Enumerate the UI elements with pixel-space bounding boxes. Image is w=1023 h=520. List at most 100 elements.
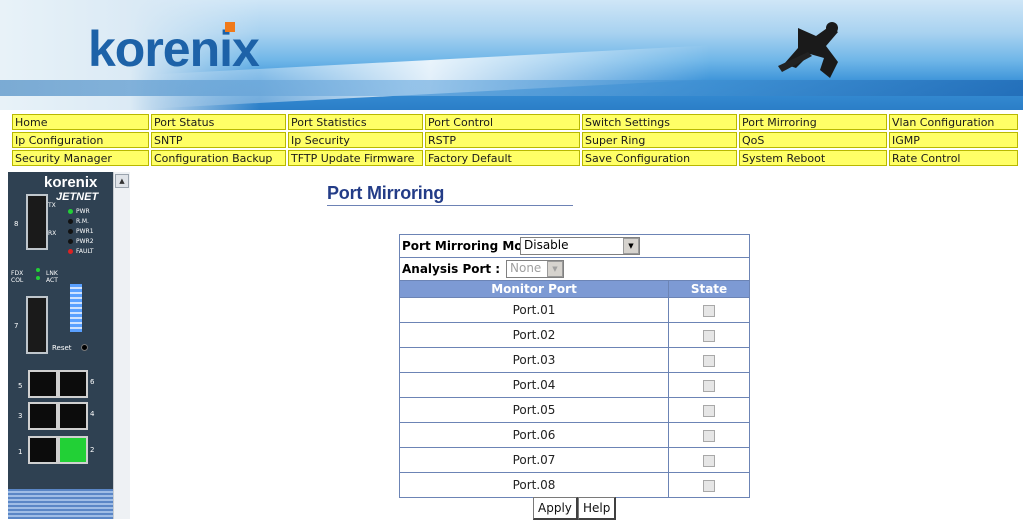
port-number-6: 6 xyxy=(90,378,95,386)
menu-row: Home Port Status Port Statistics Port Co… xyxy=(12,114,1018,130)
menu-port-status[interactable]: Port Status xyxy=(151,114,286,130)
menu-tftp-update-firmware[interactable]: TFTP Update Firmware xyxy=(288,150,423,166)
led-label-pwr2: PWR2 xyxy=(76,238,94,245)
port-number-4: 4 xyxy=(90,410,95,418)
menu-system-reboot[interactable]: System Reboot xyxy=(739,150,887,166)
menu-row: Ip Configuration SNTP Ip Security RSTP S… xyxy=(12,132,1018,148)
table-row: Port.04 xyxy=(400,372,749,398)
sfp-port-7 xyxy=(26,296,48,354)
main-menu: Home Port Status Port Statistics Port Co… xyxy=(10,112,1020,168)
table-row: Port.07 xyxy=(400,447,749,473)
port-number-1: 1 xyxy=(18,448,23,456)
state-checkbox[interactable] xyxy=(703,454,715,467)
lnk-act-label: LNK ACT xyxy=(46,270,58,284)
col-led xyxy=(36,276,40,280)
port-number-3: 3 xyxy=(18,412,23,420)
rx-label: RX xyxy=(48,230,57,237)
rj45-port-2 xyxy=(58,436,88,464)
reset-button[interactable] xyxy=(81,344,88,351)
menu-ip-security[interactable]: Ip Security xyxy=(288,132,423,148)
menu-port-mirroring[interactable]: Port Mirroring xyxy=(739,114,887,130)
state-cell xyxy=(668,322,749,348)
state-checkbox[interactable] xyxy=(703,429,715,442)
port-name: Port.05 xyxy=(400,397,669,423)
pwr-led xyxy=(68,209,73,214)
vertical-scrollbar[interactable] xyxy=(113,172,130,519)
pwr1-led xyxy=(68,229,73,234)
table-row: Port.01 xyxy=(400,297,749,323)
port-number-2: 2 xyxy=(90,446,95,454)
header-banner: korenix xyxy=(0,0,1023,110)
rj45-port-5 xyxy=(28,370,58,398)
state-cell xyxy=(668,372,749,398)
port-name: Port.01 xyxy=(400,297,669,323)
menu-configuration-backup[interactable]: Configuration Backup xyxy=(151,150,286,166)
state-cell xyxy=(668,472,749,497)
port-number-5: 5 xyxy=(18,382,23,390)
port-name: Port.04 xyxy=(400,372,669,398)
port-name: Port.03 xyxy=(400,347,669,373)
monitor-port-table: Monitor Port State Port.01 Port.02 Port.… xyxy=(400,281,749,497)
device-brand: korenix xyxy=(44,174,98,191)
menu-switch-settings[interactable]: Switch Settings xyxy=(582,114,737,130)
rj45-port-4 xyxy=(58,402,88,430)
apply-button[interactable]: Apply xyxy=(533,497,578,520)
chevron-down-icon: ▼ xyxy=(547,261,563,277)
analysis-row: Analysis Port : None ▼ xyxy=(400,258,749,281)
chevron-down-icon: ▼ xyxy=(623,238,639,254)
col-state: State xyxy=(668,281,749,298)
menu-security-manager[interactable]: Security Manager xyxy=(12,150,149,166)
table-row: Port.02 xyxy=(400,322,749,348)
state-checkbox[interactable] xyxy=(703,329,715,342)
state-cell xyxy=(668,447,749,473)
menu-igmp[interactable]: IGMP xyxy=(889,132,1018,148)
rm-led xyxy=(68,219,73,224)
skater-image xyxy=(778,22,838,78)
table-header: Monitor Port State xyxy=(400,281,749,298)
fdx-col-label: FDX COL xyxy=(11,270,24,284)
table-row: Port.05 xyxy=(400,397,749,423)
menu-vlan-configuration[interactable]: Vlan Configuration xyxy=(889,114,1018,130)
col-monitor-port: Monitor Port xyxy=(400,281,669,298)
rj45-port-1 xyxy=(28,436,58,464)
mode-select-value: Disable xyxy=(524,238,569,252)
analysis-port-select[interactable]: None ▼ xyxy=(506,260,564,278)
state-checkbox[interactable] xyxy=(703,304,715,317)
state-checkbox[interactable] xyxy=(703,404,715,417)
menu-qos[interactable]: QoS xyxy=(739,132,887,148)
banner-band xyxy=(0,80,1023,96)
scroll-up-icon[interactable]: ▲ xyxy=(115,174,129,188)
state-checkbox[interactable] xyxy=(703,379,715,392)
table-row: Port.08 xyxy=(400,472,749,497)
menu-port-control[interactable]: Port Control xyxy=(425,114,580,130)
title-underline xyxy=(327,205,573,206)
state-checkbox[interactable] xyxy=(703,354,715,367)
help-button[interactable]: Help xyxy=(578,497,617,520)
state-cell xyxy=(668,297,749,323)
menu-factory-default[interactable]: Factory Default xyxy=(425,150,580,166)
fdx-led xyxy=(36,268,40,272)
menu-port-statistics[interactable]: Port Statistics xyxy=(288,114,423,130)
rj45-port-6 xyxy=(58,370,88,398)
mode-select[interactable]: Disable ▼ xyxy=(520,237,640,255)
rj45-port-3 xyxy=(28,402,58,430)
sfp-port-8 xyxy=(26,194,48,250)
state-checkbox[interactable] xyxy=(703,479,715,492)
port-mirroring-form: Port Mirroring Mode : Disable ▼ Analysis… xyxy=(399,234,750,498)
menu-save-configuration[interactable]: Save Configuration xyxy=(582,150,737,166)
port-name: Port.02 xyxy=(400,322,669,348)
menu-rstp[interactable]: RSTP xyxy=(425,132,580,148)
port-name: Port.07 xyxy=(400,447,669,473)
state-cell xyxy=(668,347,749,373)
state-cell xyxy=(668,422,749,448)
menu-rate-control[interactable]: Rate Control xyxy=(889,150,1018,166)
state-cell xyxy=(668,397,749,423)
pwr2-led xyxy=(68,239,73,244)
page-title: Port Mirroring xyxy=(327,183,445,203)
led-label-pwr: PWR xyxy=(76,208,90,215)
menu-ip-configuration[interactable]: Ip Configuration xyxy=(12,132,149,148)
led-label-pwr1: PWR1 xyxy=(76,228,94,235)
menu-sntp[interactable]: SNTP xyxy=(151,132,286,148)
menu-super-ring[interactable]: Super Ring xyxy=(582,132,737,148)
menu-home[interactable]: Home xyxy=(12,114,149,130)
